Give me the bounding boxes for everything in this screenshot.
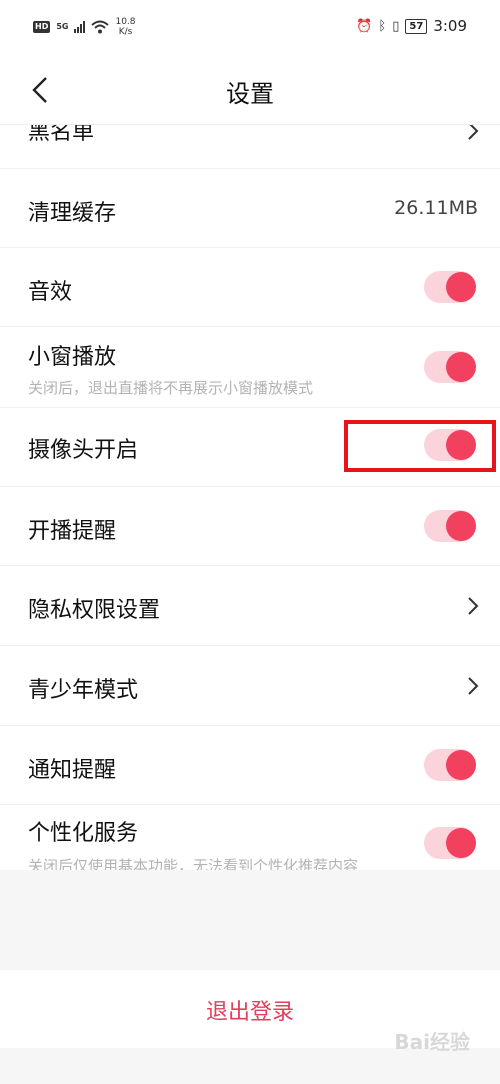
row-live-reminder: 开播提醒 [0,487,500,566]
toggle-knob [446,352,476,382]
alarm-icon: ⏰ [356,18,373,34]
speed-unit: K/s [118,27,133,37]
status-bar: HD 5G 10.8 K/s ⏰ ᛒ ▯ 57 3:09 [0,0,500,58]
status-right: ⏰ ᛒ ▯ 57 3:09 [356,17,467,35]
row-label: 摄像头开启 [28,438,139,463]
status-left: HD 5G 10.8 K/s [33,17,136,37]
row-label: 清理缓存 [28,201,117,226]
network-type: 5G [56,22,69,31]
chevron-right-icon [468,677,479,695]
cache-size: 26.11MB [394,197,478,219]
row-privacy-settings[interactable]: 隐私权限设置 [0,566,500,646]
chevron-right-icon [468,597,479,615]
toggle-knob [446,828,476,858]
logout-label: 退出登录 [205,1000,294,1025]
page-title: 设置 [226,80,274,108]
row-label: 音效 [28,280,73,305]
toggle-knob [446,511,476,541]
row-label: 开播提醒 [28,519,117,544]
toggle-knob [446,272,476,302]
live-reminder-toggle[interactable] [424,510,476,542]
battery-icon: 57 [405,18,428,34]
row-label: 通知提醒 [28,758,117,783]
row-mini-window: 小窗播放 关闭后，退出直播将不再展示小窗播放模式 [0,327,500,408]
network-speed: 10.8 K/s [115,17,135,37]
row-label: 青少年模式 [28,678,139,703]
notifications-toggle[interactable] [424,749,476,781]
vibrate-icon: ▯ [392,18,400,34]
row-label: 小窗播放 [28,345,117,370]
row-description: 关闭后，退出直播将不再展示小窗播放模式 [28,379,314,397]
watermark-logo: Bai经验 [394,1030,470,1054]
hd-badge: HD [33,21,51,33]
personalization-toggle[interactable] [424,827,476,859]
row-notifications: 通知提醒 [0,726,500,805]
wifi-icon [91,20,110,34]
row-label: 隐私权限设置 [28,598,161,623]
sound-effects-toggle[interactable] [424,271,476,303]
section-gap [0,870,500,970]
clock: 3:09 [433,17,467,35]
toggle-knob [446,750,476,780]
row-sound-effects: 音效 [0,248,500,327]
speed-value: 10.8 [115,17,136,27]
row-teen-mode[interactable]: 青少年模式 [0,646,500,726]
bluetooth-icon: ᛒ [378,18,387,34]
nav-header: 设置 [0,58,500,125]
mini-window-toggle[interactable] [424,351,476,383]
row-clear-cache[interactable]: 清理缓存 26.11MB [0,169,500,248]
settings-list: 黑名单 清理缓存 26.11MB 音效 小窗播放 关闭后，退出直播将不再展示小窗… [0,92,500,883]
signal-icon [74,21,86,33]
row-label: 个性化服务 [28,821,139,846]
annotation-highlight-box [344,420,496,472]
